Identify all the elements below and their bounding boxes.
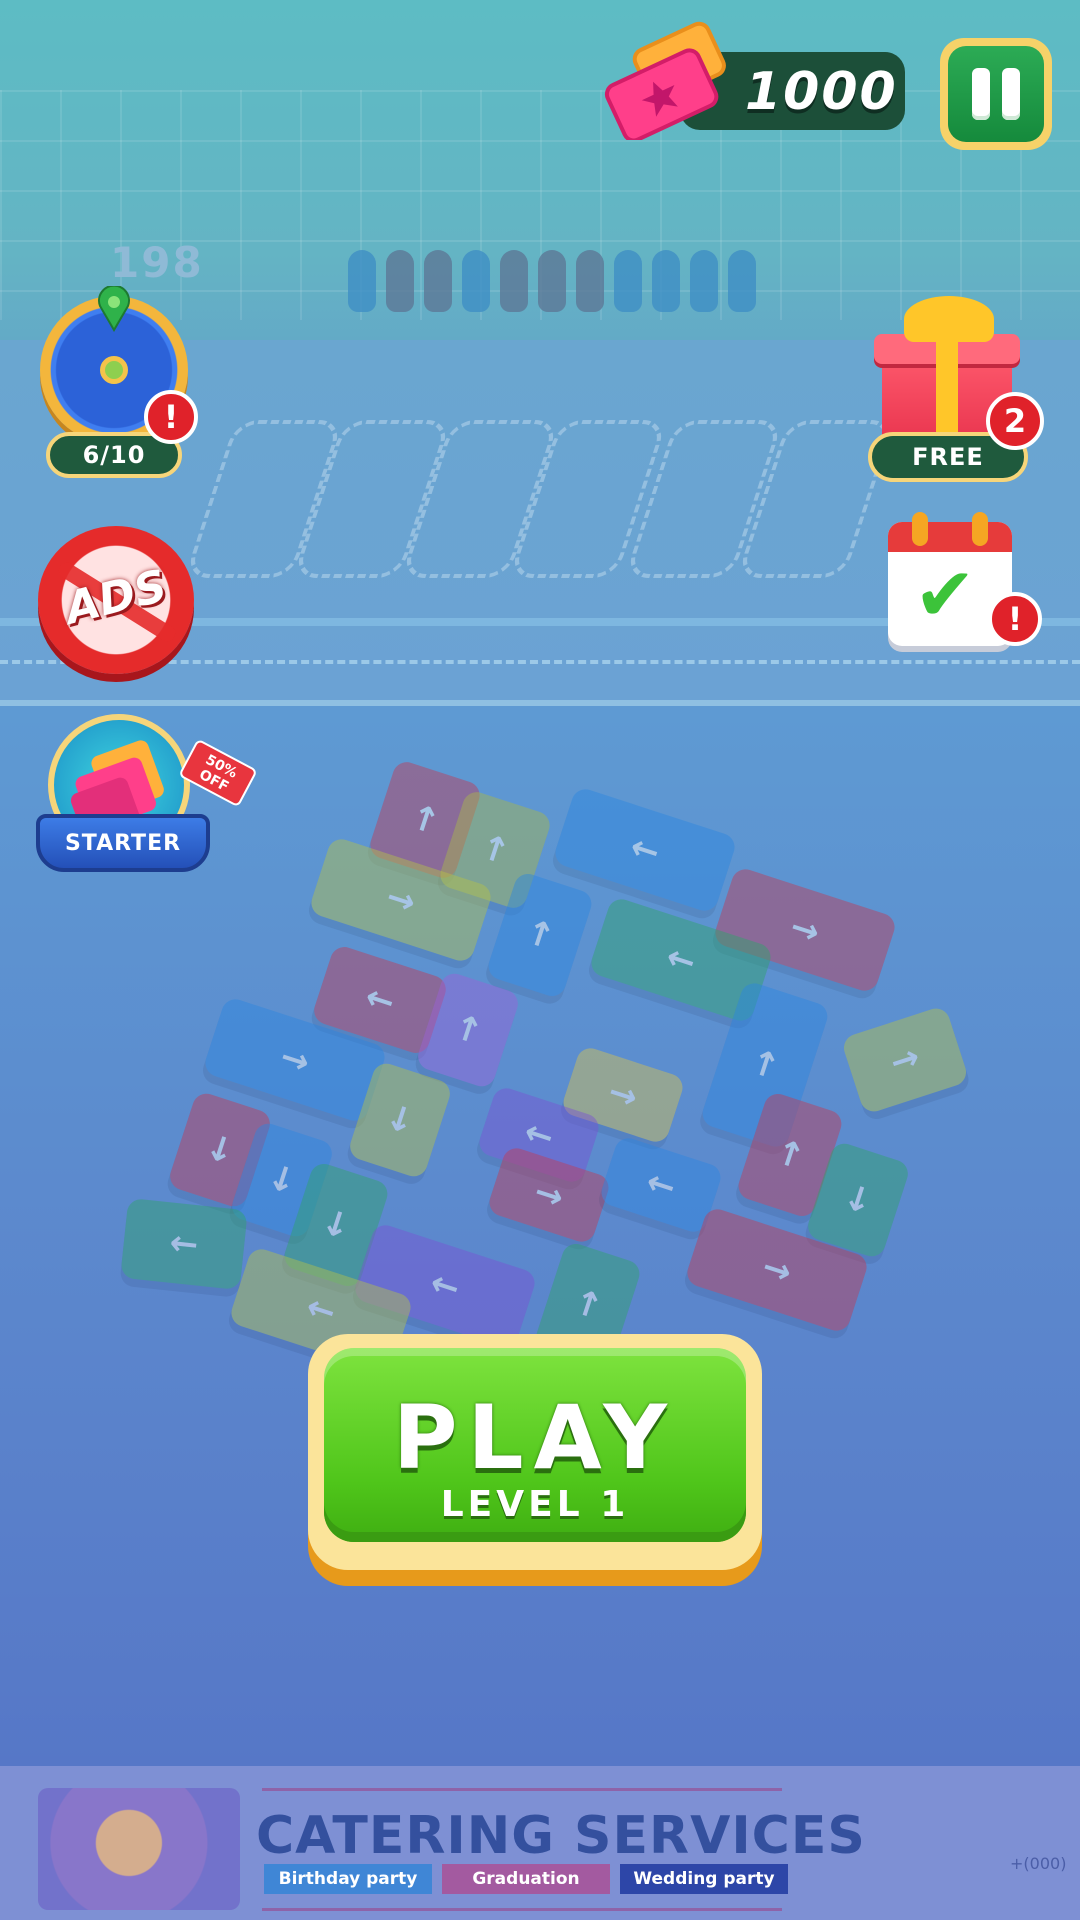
starter-ribbon: STARTER bbox=[36, 814, 210, 872]
passenger-figure bbox=[728, 250, 756, 312]
gift-ribbon bbox=[936, 334, 958, 448]
discount-tag: 50% OFF bbox=[178, 738, 258, 808]
starter-label: STARTER bbox=[64, 830, 182, 856]
passenger-figure bbox=[614, 250, 642, 312]
passenger-figure bbox=[348, 250, 376, 312]
ad-tag: Graduation bbox=[442, 1864, 610, 1894]
ticket-icon bbox=[604, 21, 726, 140]
level-label: LEVEL 1 bbox=[440, 1484, 630, 1525]
ad-rule bbox=[262, 1788, 782, 1791]
passenger-figure bbox=[576, 250, 604, 312]
remove-ads-button[interactable]: ADS bbox=[38, 526, 200, 678]
starter-pack-button[interactable]: 50% OFF STARTER bbox=[36, 714, 258, 884]
wheel-hub bbox=[100, 356, 128, 384]
ad-phone: +(000) bbox=[1010, 1854, 1067, 1873]
passenger-figure bbox=[462, 250, 490, 312]
passenger-figure bbox=[652, 250, 680, 312]
location-pin-icon bbox=[98, 286, 130, 332]
passenger-figure bbox=[690, 250, 718, 312]
ad-image bbox=[38, 1788, 240, 1910]
free-label: FREE bbox=[912, 443, 984, 471]
daily-reward-button[interactable]: ✔ ! bbox=[884, 508, 1044, 658]
calendar-ring bbox=[912, 512, 928, 546]
ticket-count: 1000 bbox=[745, 62, 898, 122]
gift-bow bbox=[904, 296, 994, 342]
pause-button[interactable] bbox=[940, 38, 1052, 150]
passenger-figure bbox=[538, 250, 566, 312]
prize-wheel-button[interactable]: 6/10 ! bbox=[36, 286, 198, 486]
wheel-alert-badge: ! bbox=[144, 390, 198, 444]
game-screen: 198 ↑ ↑ → ← → ↑ ← ← ↑ ↑ → → ↓ → ← ↓ ↓ ↑ … bbox=[0, 0, 1080, 1920]
calendar-alert-badge: ! bbox=[988, 592, 1042, 646]
pause-icon bbox=[948, 46, 1044, 142]
play-button-face: PLAY LEVEL 1 bbox=[324, 1348, 746, 1542]
passenger-figure bbox=[386, 250, 414, 312]
ad-rule bbox=[262, 1908, 782, 1911]
bus-vehicle: ← bbox=[120, 1197, 248, 1291]
ad-banner[interactable]: CATERING SERVICES Birthday party Graduat… bbox=[0, 1766, 1080, 1920]
play-button[interactable]: PLAY LEVEL 1 bbox=[308, 1334, 762, 1570]
play-label: PLAY bbox=[393, 1386, 677, 1489]
passenger-queue-count: 198 bbox=[110, 238, 204, 287]
passenger-figure bbox=[424, 250, 452, 312]
calendar-ring bbox=[972, 512, 988, 546]
ad-tag: Wedding party bbox=[620, 1864, 788, 1894]
free-gift-button[interactable]: FREE 2 bbox=[868, 290, 1048, 490]
ad-tag: Birthday party bbox=[264, 1864, 432, 1894]
ad-title: CATERING SERVICES bbox=[256, 1806, 866, 1866]
passenger-figure bbox=[500, 250, 528, 312]
gift-count-badge: 2 bbox=[986, 392, 1044, 450]
wheel-progress: 6/10 bbox=[82, 441, 146, 469]
